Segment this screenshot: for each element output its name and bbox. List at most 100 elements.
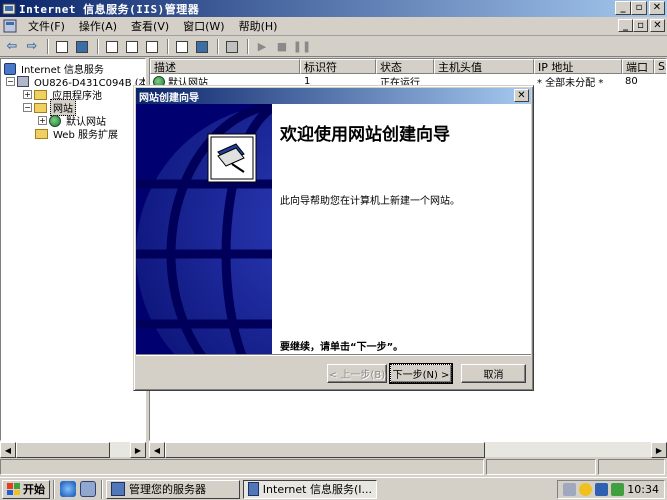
status-segment (598, 459, 665, 475)
forward-button[interactable]: ⇨ (23, 39, 41, 55)
mdi-close-button[interactable]: ✕ (650, 19, 665, 32)
arrow-left-icon: ⇦ (6, 39, 18, 54)
pause-service-button[interactable]: ❚❚ (293, 39, 311, 55)
folder-open-icon (34, 102, 47, 113)
mdi-restore-button[interactable]: ▫ (633, 19, 648, 32)
toolbar-separator (97, 39, 99, 54)
update-icon[interactable] (611, 483, 625, 496)
menu-view[interactable]: 查看(V) (124, 18, 176, 34)
window-title-bar: Internet 信息服务(IIS)管理器 _ ▫ ✕ (0, 0, 667, 17)
wizard-banner (136, 104, 272, 354)
menu-window[interactable]: 窗口(W) (176, 18, 231, 34)
view-button[interactable] (193, 39, 211, 55)
minimize-button[interactable]: _ (615, 1, 631, 15)
toolbar-separator (247, 39, 249, 54)
network-icon[interactable] (563, 483, 577, 496)
status-segment (486, 459, 596, 475)
scroll-left-button[interactable]: ◀ (149, 442, 165, 458)
tree-horizontal-scrollbar[interactable]: ◀ ▶ (0, 441, 146, 458)
column-header-ip[interactable]: IP 地址 (534, 59, 622, 74)
row-port: 80 (625, 76, 638, 87)
scroll-right-button[interactable]: ▶ (651, 442, 667, 458)
show-desktop-icon[interactable] (80, 481, 96, 497)
collapse-toggle[interactable]: − (6, 77, 15, 86)
column-header-ssl[interactable]: SSL (654, 59, 666, 74)
mmc-document-icon[interactable] (3, 19, 17, 33)
export-list-button[interactable] (143, 39, 161, 55)
column-header-description[interactable]: 描述 (150, 59, 300, 74)
task-iis-manager[interactable]: Internet 信息服务(I... (243, 479, 377, 499)
clock[interactable]: 10:34 (627, 483, 659, 496)
server-manager-icon (111, 482, 125, 496)
menu-action[interactable]: 操作(A) (72, 18, 124, 34)
folder-icon (34, 89, 47, 100)
export-icon (146, 40, 158, 53)
next-step-label: 下一步(N) > (389, 364, 453, 383)
show-tree-button[interactable] (73, 39, 91, 55)
taskbar: 开始 管理您的服务器 Internet 信息服务(I... 10:34 (0, 477, 667, 500)
column-header-host[interactable]: 主机头值 (434, 59, 534, 74)
toolbar-separator (47, 39, 49, 54)
expand-toggle[interactable]: + (23, 90, 32, 99)
windows-logo-icon (7, 483, 20, 495)
scroll-thumb[interactable] (165, 442, 485, 458)
stop-icon: ■ (276, 40, 288, 53)
menu-help[interactable]: 帮助(H) (232, 18, 285, 34)
arrow-right-icon: ⇨ (26, 39, 38, 54)
menu-bar: 文件(F) 操作(A) 查看(V) 窗口(W) 帮助(H) _ ▫ ✕ (0, 17, 667, 36)
task-label: Internet 信息服务(I... (262, 483, 372, 496)
dialog-close-button[interactable]: ✕ (514, 89, 529, 102)
list-horizontal-scrollbar[interactable]: ◀ ▶ (149, 441, 667, 458)
status-segment (0, 459, 484, 475)
computer-icon (17, 76, 29, 87)
menu-file[interactable]: 文件(F) (21, 18, 72, 34)
dialog-separator (136, 354, 531, 356)
console-tree[interactable]: Internet 信息服务 − OU826-D431C094B (本地计算机) … (0, 58, 146, 441)
tree-item-web-ext[interactable]: Web 服务扩展 (35, 127, 120, 141)
taskbar-divider (53, 479, 55, 499)
task-manage-server[interactable]: 管理您的服务器 (106, 479, 240, 499)
toolbar-separator (167, 39, 169, 54)
start-button[interactable]: 开始 (2, 479, 50, 499)
wizard-book-icon (207, 133, 257, 183)
computer-button[interactable] (223, 39, 241, 55)
toolbar-separator (217, 39, 219, 54)
back-button[interactable]: ⇦ (3, 39, 21, 55)
wizard-continue-hint: 要继续，请单击“下一步”。 (280, 342, 404, 353)
column-header-status[interactable]: 状态 (376, 59, 434, 74)
stop-service-button[interactable]: ■ (273, 39, 291, 55)
tree-pane-icon (76, 40, 88, 53)
column-header-port[interactable]: 端口 (622, 59, 654, 74)
refresh-button[interactable] (123, 39, 141, 55)
scroll-right-button[interactable]: ▶ (130, 442, 146, 458)
up-level-button[interactable] (53, 39, 71, 55)
start-service-button[interactable]: ▶ (253, 39, 271, 55)
mdi-minimize-button[interactable]: _ (618, 19, 633, 32)
computer-icon (226, 40, 238, 53)
cancel-button[interactable]: 取消 (461, 364, 526, 383)
help-button[interactable] (173, 39, 191, 55)
folder-icon (35, 128, 48, 139)
refresh-icon (126, 40, 138, 53)
iis-app-icon (248, 482, 259, 496)
wizard-content: 欢迎使用网站创建向导 此向导帮助您在计算机上新建一个网站。 要继续，请单击“下一… (272, 104, 531, 354)
task-label: 管理您的服务器 (129, 483, 206, 496)
status-bar (0, 459, 667, 476)
column-header-identifier[interactable]: 标识符 (300, 59, 376, 74)
expand-toggle[interactable]: + (38, 116, 47, 125)
internet-explorer-icon[interactable] (60, 481, 76, 497)
start-label: 开始 (23, 483, 45, 496)
scroll-thumb[interactable] (16, 442, 110, 458)
close-button[interactable]: ✕ (649, 1, 665, 15)
security-shield-icon[interactable] (579, 483, 593, 496)
window-title: Internet 信息服务(IIS)管理器 (19, 2, 200, 16)
maximize-button[interactable]: ▫ (631, 1, 647, 15)
back-step-button[interactable]: < 上一步(B) (327, 364, 387, 383)
monitor-icon[interactable] (595, 483, 609, 496)
scroll-left-button[interactable]: ◀ (0, 442, 16, 458)
next-step-button[interactable]: 下一步(N) > (389, 363, 453, 384)
collapse-toggle[interactable]: − (23, 103, 32, 112)
iis-root-icon (4, 62, 16, 75)
properties-button[interactable] (103, 39, 121, 55)
up-folder-icon (56, 40, 68, 53)
